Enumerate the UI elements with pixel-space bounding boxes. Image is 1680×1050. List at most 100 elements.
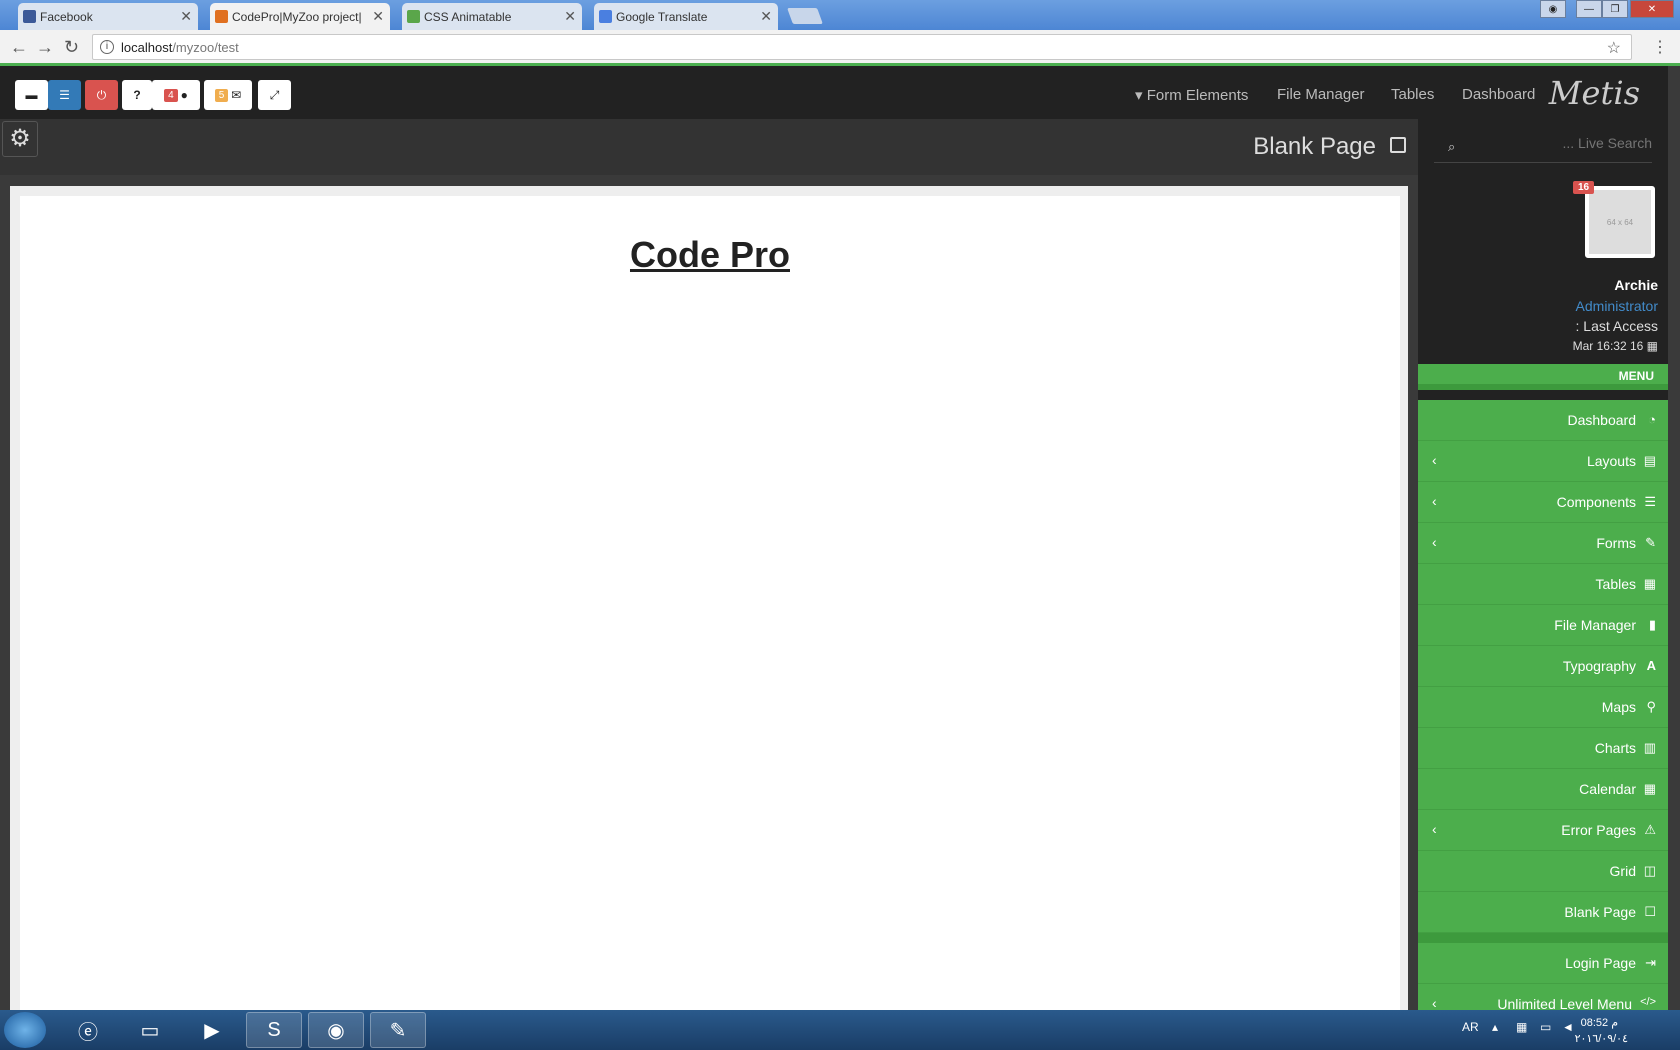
sidebar-item-label: Calendar <box>1579 781 1636 797</box>
page-title: Blank Page <box>1253 133 1376 160</box>
sidebar-item-typography[interactable]: Typography A <box>1418 646 1668 687</box>
window-close-icon[interactable]: ✕ <box>1630 0 1674 18</box>
sidebar-item-components[interactable]: ‹ Components ☰ <box>1418 482 1668 523</box>
fullscreen-button[interactable]: ⤢ <box>258 80 291 110</box>
close-tab-icon[interactable]: ✕ <box>180 8 192 25</box>
sublime-text-icon[interactable]: S <box>246 1012 302 1048</box>
close-tab-icon[interactable]: ✕ <box>760 8 772 25</box>
sidebar-item-label: Tables <box>1595 576 1636 592</box>
tab-label: Google Translate <box>616 9 708 24</box>
menu-divider <box>1418 933 1668 943</box>
nav-dashboard[interactable]: Dashboard <box>1462 86 1535 103</box>
network-icon[interactable]: ▦ <box>1516 1020 1527 1034</box>
live-search-input[interactable] <box>1472 135 1652 151</box>
sidebar-item-tables[interactable]: Tables ▦ <box>1418 564 1668 605</box>
last-access-label: : Last Access <box>1575 318 1658 334</box>
browser-menu-icon[interactable]: ⋮ <box>1652 37 1668 57</box>
language-indicator[interactable]: AR <box>1462 1020 1479 1034</box>
internet-explorer-icon[interactable]: ⓔ <box>60 1012 116 1048</box>
clock-time[interactable]: 08:52 م <box>1581 1016 1618 1029</box>
table-icon: ▦ <box>1643 576 1656 591</box>
content-title: Code Pro <box>629 234 790 275</box>
comment-button[interactable]: ▬ <box>15 80 48 110</box>
calendar-icon: ▦ <box>1646 339 1658 353</box>
nav-form-elements[interactable]: ▾ Form Elements <box>1135 86 1248 104</box>
sidebar-item-forms[interactable]: ‹ Forms ✎ <box>1418 523 1668 564</box>
sidebar-item-dashboard[interactable]: Dashboard ◔ <box>1418 400 1668 441</box>
content-panel: Code Pro <box>20 196 1400 1010</box>
settings-button[interactable]: ⚙ <box>2 121 38 157</box>
user-profile-icon[interactable]: ◉ <box>1540 0 1566 18</box>
mail-button[interactable]: 5 ✉ <box>204 80 252 110</box>
user-name: Archie <box>1614 277 1658 293</box>
info-icon[interactable]: i <box>100 40 114 54</box>
square-icon: ☐ <box>1644 904 1656 919</box>
volume-icon[interactable]: ◄ <box>1562 1020 1574 1034</box>
chevron-left-icon: ‹ <box>1432 452 1437 468</box>
sidebar-item-maps[interactable]: Maps ⚲ <box>1418 687 1668 728</box>
windows-taskbar: ⓔ ▭ ▶ S ◉ ✎ AR ▴ ▦ ▭ ◄ 08:52 م ٢٠١٦/٠٩/٠… <box>0 1010 1680 1050</box>
file-explorer-icon[interactable]: ▭ <box>122 1012 178 1048</box>
clock-date[interactable]: ٢٠١٦/٠٩/٠٤ <box>1575 1032 1628 1045</box>
sign-in-icon: ⇥ <box>1645 955 1656 970</box>
file-icon: ▮ <box>1648 617 1656 632</box>
help-label: ? <box>133 88 141 102</box>
forward-icon[interactable]: → <box>36 37 54 58</box>
sidebar-item-file-manager[interactable]: File Manager ▮ <box>1418 605 1668 646</box>
reload-icon[interactable]: ↻ <box>64 37 79 58</box>
page-header: ⚙ Blank Page <box>0 119 1418 175</box>
new-tab-button[interactable] <box>787 8 823 24</box>
sidebar-item-label: Error Pages <box>1561 822 1636 838</box>
restore-icon[interactable]: ❐ <box>1602 0 1628 18</box>
help-button[interactable]: ? <box>122 80 152 110</box>
nav-tables[interactable]: Tables <box>1391 86 1434 103</box>
mail-count-badge: 5 <box>214 88 229 102</box>
sidebar-item-blank-page[interactable]: Blank Page ☐ <box>1418 892 1668 933</box>
messages-button[interactable]: 4 ● <box>152 80 200 110</box>
brand-logo[interactable]: Metis <box>1549 74 1640 112</box>
nav-file-manager[interactable]: File Manager <box>1277 86 1365 103</box>
browser-tab-google-translate[interactable]: Google Translate ✕ <box>594 3 778 30</box>
sidebar-item-error-pages[interactable]: ‹ Error Pages ⚠ <box>1418 810 1668 851</box>
bookmark-star-icon[interactable]: ☆ <box>1607 38 1621 58</box>
sidebar-item-label: Components <box>1556 494 1636 510</box>
media-player-icon[interactable]: ▶ <box>184 1012 240 1048</box>
browser-tab-codepro[interactable]: CodePro|MyZoo project| ✕ <box>210 3 390 30</box>
minimize-icon[interactable]: — <box>1576 0 1602 18</box>
last-access-date: Mar 16:32 16 ▦ <box>1573 339 1658 353</box>
start-button[interactable] <box>4 1012 46 1048</box>
columns-icon: ◫ <box>1643 863 1656 878</box>
chrome-icon[interactable]: ◉ <box>308 1012 364 1048</box>
user-role[interactable]: Administrator <box>1576 298 1658 314</box>
browser-tab-facebook[interactable]: Facebook ✕ <box>18 3 198 30</box>
avatar[interactable]: 64 x 64 <box>1585 186 1655 258</box>
comment-icon: ▬ <box>25 88 38 102</box>
code-icon: </> <box>1640 996 1656 1008</box>
back-icon[interactable]: ← <box>10 37 28 58</box>
tab-label: CodePro|MyZoo project| <box>232 9 362 24</box>
browser-tab-css-animatable[interactable]: CSS Animatable ✕ <box>402 3 582 30</box>
sidebar-item-grid[interactable]: Grid ◫ <box>1418 851 1668 892</box>
toggle-menu-button[interactable]: ☰ <box>48 80 81 110</box>
sidebar-item-charts[interactable]: Charts ▥ <box>1418 728 1668 769</box>
search-icon: ⌕ <box>1448 139 1456 154</box>
sidebar-item-calendar[interactable]: Calendar ▦ <box>1418 769 1668 810</box>
logout-button[interactable]: ⏻ <box>85 80 118 110</box>
envelope-icon: ✉ <box>231 88 242 102</box>
action-center-icon[interactable]: ▭ <box>1540 1020 1551 1034</box>
close-tab-icon[interactable]: ✕ <box>372 8 384 25</box>
css-animatable-favicon-icon <box>407 10 420 23</box>
sidebar-item-label: Forms <box>1596 535 1636 551</box>
pencil-icon: ✎ <box>1645 535 1656 550</box>
sidebar-item-label: Grid <box>1609 863 1636 879</box>
sidebar-item-label: Layouts <box>1586 453 1636 469</box>
sidebar-item-login-page[interactable]: Login Page ⇥ <box>1418 943 1668 984</box>
font-icon: A <box>1646 658 1656 673</box>
chevron-left-icon: ‹ <box>1432 821 1437 837</box>
paint-icon[interactable]: ✎ <box>370 1012 426 1048</box>
live-search: ⌕ <box>1434 131 1652 163</box>
url-field[interactable]: i localhost/myzoo/test ☆ <box>92 34 1632 60</box>
close-tab-icon[interactable]: ✕ <box>564 8 576 25</box>
sidebar-item-layouts[interactable]: ‹ Layouts ▤ <box>1418 441 1668 482</box>
show-hidden-icons-icon[interactable]: ▴ <box>1492 1020 1498 1034</box>
